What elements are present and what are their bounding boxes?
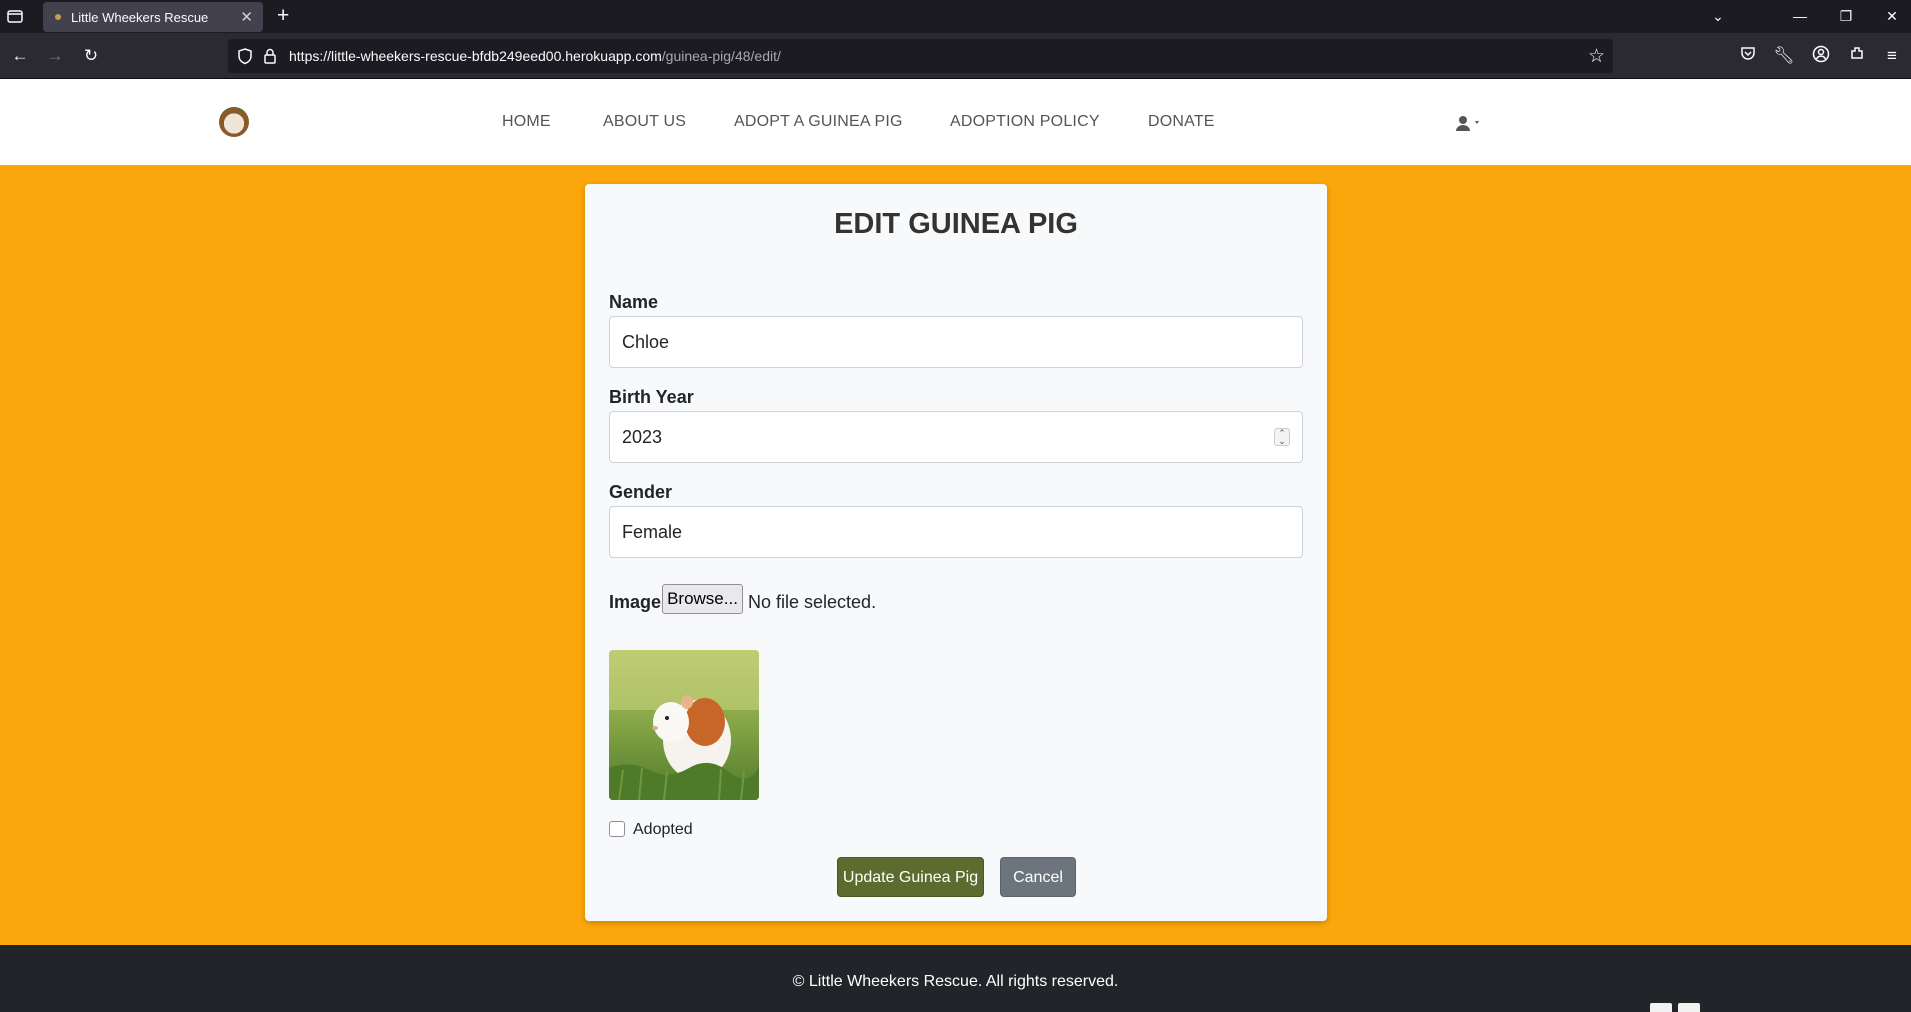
browser-tab-bar: Little Wheekers Rescue ✕ + ⌄ — ❐ ✕ — [0, 0, 1911, 33]
close-tab-icon[interactable]: ✕ — [240, 8, 253, 26]
birth-year-input[interactable]: 2023 ⌃ ⌄ — [609, 411, 1303, 463]
back-icon[interactable]: ← — [9, 45, 31, 67]
gender-label: Gender — [609, 482, 673, 502]
image-label: Image — [609, 592, 662, 612]
mastercard-icon — [1678, 1003, 1700, 1012]
nav-donate[interactable]: DONATE — [1148, 113, 1215, 131]
account-icon[interactable] — [1810, 45, 1832, 67]
site-header: HOME ABOUT US ADOPT A GUINEA PIG ADOPTIO… — [0, 79, 1911, 165]
nav-about-us[interactable]: ABOUT US — [603, 113, 686, 131]
tab-title: Little Wheekers Rescue — [71, 10, 209, 25]
tab-list-icon[interactable] — [6, 7, 24, 25]
wrench-icon[interactable]: 🔧︎ — [1773, 45, 1795, 67]
user-menu-dropdown[interactable] — [1455, 115, 1485, 134]
browser-toolbar: ← → ↻ https://little-wheekers-rescue-bfd… — [0, 33, 1911, 79]
forward-icon[interactable]: → — [44, 45, 66, 67]
new-tab-icon[interactable]: + — [277, 4, 289, 28]
tab-overflow-chevron-icon[interactable]: ⌄ — [1695, 0, 1741, 33]
bookmark-star-icon[interactable]: ☆ — [1588, 45, 1605, 68]
browser-tab[interactable]: Little Wheekers Rescue ✕ — [43, 2, 263, 32]
gender-value: Female — [622, 522, 683, 542]
file-status: No file selected. — [748, 592, 877, 612]
page-title: EDIT GUINEA PIG — [834, 208, 1078, 240]
extensions-icon[interactable] — [1846, 45, 1868, 67]
browse-button[interactable]: Browse... — [662, 584, 743, 614]
site-logo[interactable] — [219, 107, 249, 137]
guinea-pig-photo — [609, 650, 759, 800]
url-path: /guinea-pig/48/edit/ — [661, 48, 781, 64]
user-icon — [1456, 116, 1479, 131]
pocket-icon[interactable] — [1737, 45, 1759, 67]
copyright-text: © Little Wheekers Rescue. All rights res… — [792, 973, 1119, 990]
birth-year-label: Birth Year — [609, 387, 694, 407]
adopted-label[interactable]: Adopted — [633, 821, 693, 839]
birth-year-value: 2023 — [622, 427, 663, 447]
nav-home[interactable]: HOME — [502, 113, 551, 131]
cancel-button[interactable]: Cancel — [1000, 857, 1076, 897]
minimize-icon[interactable]: — — [1777, 0, 1823, 33]
nav-adoption-policy[interactable]: ADOPTION POLICY — [950, 113, 1100, 131]
name-input[interactable]: Chloe — [609, 316, 1303, 368]
lock-icon[interactable] — [262, 47, 278, 65]
visa-icon — [1650, 1003, 1672, 1012]
menu-icon[interactable]: ≡ — [1881, 45, 1903, 67]
gender-input[interactable]: Female — [609, 506, 1303, 558]
tracking-shield-icon[interactable] — [236, 47, 254, 65]
favicon-icon — [55, 14, 61, 20]
close-window-icon[interactable]: ✕ — [1869, 0, 1911, 33]
site-footer: © Little Wheekers Rescue. All rights res… — [0, 945, 1911, 1012]
adopted-checkbox[interactable] — [609, 821, 625, 837]
edit-form-card: EDIT GUINEA PIG Name Chloe Birth Year 20… — [585, 184, 1327, 921]
update-button[interactable]: Update Guinea Pig — [837, 857, 984, 897]
reload-icon[interactable]: ↻ — [80, 45, 102, 67]
url-text: https://little-wheekers-rescue-bfdb249ee… — [289, 48, 781, 64]
restore-icon[interactable]: ❐ — [1823, 0, 1869, 33]
number-spinner-icon[interactable]: ⌃ ⌄ — [1274, 428, 1290, 446]
name-label: Name — [609, 292, 659, 312]
url-host: https://little-wheekers-rescue-bfdb249ee… — [289, 48, 662, 64]
address-bar[interactable]: https://little-wheekers-rescue-bfdb249ee… — [228, 39, 1613, 73]
nav-adopt[interactable]: ADOPT A GUINEA PIG — [734, 113, 903, 131]
name-value: Chloe — [622, 332, 670, 352]
payment-icons — [1650, 1001, 1706, 1012]
